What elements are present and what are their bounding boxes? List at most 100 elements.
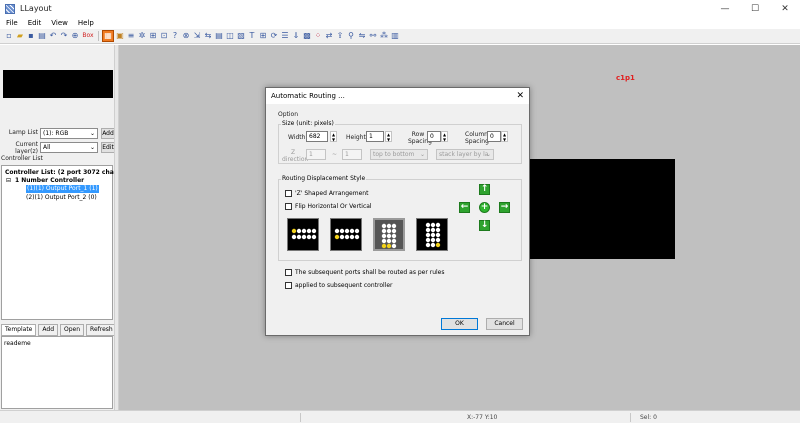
template-add-button[interactable]: Add bbox=[38, 324, 59, 336]
dialog-title: Automatic Routing ... bbox=[271, 92, 345, 100]
tab-template-list[interactable]: Template List bbox=[1, 324, 37, 343]
menu-view[interactable]: View bbox=[51, 19, 68, 27]
z-shaped-checkbox[interactable]: 'Z' Shaped Arrangement bbox=[285, 190, 368, 197]
subsequent-controller-checkbox[interactable]: applied to subsequent controller bbox=[285, 282, 393, 289]
toolbar: ▫ ▰ ▪ ▤ ↶ ↷ ⊕ Box ▦ ▣ ≡ ✲ ⊞ ⊡ ? ⊗ ⇲ ⇆ ▤ … bbox=[0, 29, 800, 44]
arrow-right-icon[interactable]: → bbox=[499, 202, 510, 213]
tree-root[interactable]: Controller List: (2 port 3072 chann bbox=[5, 169, 122, 177]
rotate-icon[interactable]: ⟳ bbox=[269, 31, 279, 41]
preview-area bbox=[3, 70, 113, 98]
minimize-button[interactable]: — bbox=[710, 0, 740, 17]
lamp-list-select[interactable]: (1): RGB ⌄ bbox=[40, 128, 98, 139]
export-icon[interactable]: ⇪ bbox=[335, 31, 345, 41]
stack-icon[interactable]: ☰ bbox=[280, 31, 290, 41]
row-spacing-input[interactable]: 0 bbox=[427, 131, 441, 142]
tree-controller[interactable]: 1 Number Controller bbox=[15, 177, 84, 185]
route-icon[interactable]: ⊗ bbox=[181, 31, 191, 41]
collapse-icon[interactable]: ⊟ bbox=[6, 177, 11, 185]
column-spacing-input[interactable]: 0 bbox=[487, 131, 501, 142]
settings-icon[interactable]: ✲ bbox=[137, 31, 147, 41]
chip-icon[interactable]: ▩ bbox=[302, 31, 312, 41]
checkbox-icon[interactable] bbox=[285, 203, 292, 210]
menu-edit[interactable]: Edit bbox=[28, 19, 42, 27]
pattern-horizontal-bottom[interactable] bbox=[330, 218, 362, 251]
checkbox-icon[interactable] bbox=[285, 282, 292, 289]
grid-icon[interactable]: ⊞ bbox=[258, 31, 268, 41]
lock-icon[interactable]: ▣ bbox=[115, 31, 125, 41]
help-icon[interactable]: ? bbox=[170, 31, 180, 41]
column-spacing-stepper-icon[interactable]: ▲ ▼ bbox=[501, 131, 508, 142]
cancel-button[interactable]: Cancel bbox=[486, 318, 523, 330]
arrow-left-icon[interactable]: ← bbox=[459, 202, 470, 213]
status-divider bbox=[300, 413, 301, 422]
distribute-icon[interactable]: ⇆ bbox=[203, 31, 213, 41]
order-select[interactable]: top to bottom ⌄ bbox=[370, 149, 428, 160]
tree-port-1[interactable]: (1)(1) Output Port_1 (1) bbox=[25, 184, 100, 194]
dots-icon[interactable]: ⁘ bbox=[313, 31, 323, 41]
pointer-icon[interactable]: ⊡ bbox=[159, 31, 169, 41]
close-window-button[interactable]: ✕ bbox=[770, 0, 800, 17]
height-stepper-icon[interactable]: ▲ ▼ bbox=[385, 131, 392, 142]
grid-tool-icon[interactable]: ▦ bbox=[102, 30, 114, 42]
pattern-horizontal-top[interactable] bbox=[287, 218, 319, 251]
height-input[interactable]: 1 bbox=[366, 131, 384, 142]
align-icon[interactable]: ⊞ bbox=[148, 31, 158, 41]
layers-icon[interactable]: ≡ bbox=[126, 31, 136, 41]
center-plus-icon[interactable]: + bbox=[479, 202, 490, 213]
pattern-icon[interactable]: ⁂ bbox=[379, 31, 389, 41]
save-icon[interactable]: ▪ bbox=[26, 31, 36, 41]
transfer-icon[interactable]: ⇋ bbox=[357, 31, 367, 41]
chart-icon[interactable]: ▥ bbox=[390, 31, 400, 41]
zoom-icon[interactable]: ⊕ bbox=[70, 31, 80, 41]
pin-icon[interactable]: ⚲ bbox=[346, 31, 356, 41]
table-icon[interactable]: ▤ bbox=[214, 31, 224, 41]
split-icon[interactable]: ◫ bbox=[225, 31, 235, 41]
checkbox-icon[interactable] bbox=[285, 190, 292, 197]
swap-icon[interactable]: ⇄ bbox=[324, 31, 334, 41]
subsequent-ports-checkbox[interactable]: The subsequent ports shall be routed as … bbox=[285, 269, 444, 276]
z-to-input[interactable]: 1 bbox=[342, 149, 362, 160]
add-lamp-button[interactable]: Add bbox=[101, 128, 115, 139]
subsequent-ports-label: The subsequent ports shall be routed as … bbox=[295, 269, 445, 276]
redo-icon[interactable]: ↷ bbox=[59, 31, 69, 41]
list-item[interactable]: reademe bbox=[4, 340, 31, 348]
template-open-button[interactable]: Open bbox=[60, 324, 85, 336]
column-spacing-value: 0 bbox=[490, 133, 494, 140]
edit-layer-button[interactable]: Edit bbox=[101, 142, 115, 153]
flip-checkbox[interactable]: Flip Horizontal Or Vertical bbox=[285, 203, 372, 210]
menu-help[interactable]: Help bbox=[78, 19, 94, 27]
open-folder-icon[interactable]: ▰ bbox=[15, 31, 25, 41]
link-icon[interactable]: ⚯ bbox=[368, 31, 378, 41]
menu-file[interactable]: File bbox=[6, 19, 18, 27]
new-file-icon[interactable]: ▫ bbox=[4, 31, 14, 41]
pattern-vertical[interactable] bbox=[416, 218, 448, 251]
flip-label: Flip Horizontal Or Vertical bbox=[295, 203, 372, 210]
arrow-up-icon[interactable]: ↑ bbox=[479, 184, 490, 195]
import-icon[interactable]: ⇓ bbox=[291, 31, 301, 41]
width-stepper-icon[interactable]: ▲ ▼ bbox=[330, 131, 337, 142]
z-shaped-label: 'Z' Shaped Arrangement bbox=[295, 190, 369, 197]
maximize-button[interactable]: ☐ bbox=[740, 0, 770, 17]
pattern-vertical-selected[interactable] bbox=[373, 218, 405, 251]
resize-icon[interactable]: ⇲ bbox=[192, 31, 202, 41]
arrow-down-icon[interactable]: ↓ bbox=[479, 220, 490, 231]
box-tool-button[interactable]: Box bbox=[81, 31, 95, 41]
row-spacing-stepper-icon[interactable]: ▲ ▼ bbox=[441, 131, 448, 142]
current-layer-select[interactable]: All ⌄ bbox=[40, 142, 98, 153]
controller-tree: Controller List: (2 port 3072 chann ⊟ 1 … bbox=[1, 165, 122, 320]
z-to-value: 1 bbox=[345, 151, 349, 158]
checkbox-icon[interactable] bbox=[285, 269, 292, 276]
width-input[interactable]: 682 bbox=[306, 131, 328, 142]
undo-icon[interactable]: ↶ bbox=[48, 31, 58, 41]
layout-region[interactable] bbox=[525, 159, 675, 259]
text-icon[interactable]: T bbox=[247, 31, 257, 41]
tree-port-2[interactable]: (2)(1) Output Port_2 (0) bbox=[26, 194, 97, 202]
template-refresh-button[interactable]: Refresh bbox=[86, 324, 117, 336]
z-from-input[interactable]: 1 bbox=[306, 149, 326, 160]
stack-select[interactable]: stack layer by la ⌄ bbox=[436, 149, 494, 160]
print-icon[interactable]: ▤ bbox=[37, 31, 47, 41]
ok-button[interactable]: OK bbox=[441, 318, 478, 330]
width-label: Width bbox=[288, 134, 306, 141]
dialog-close-button[interactable]: ✕ bbox=[516, 88, 524, 104]
image-icon[interactable]: ▧ bbox=[236, 31, 246, 41]
